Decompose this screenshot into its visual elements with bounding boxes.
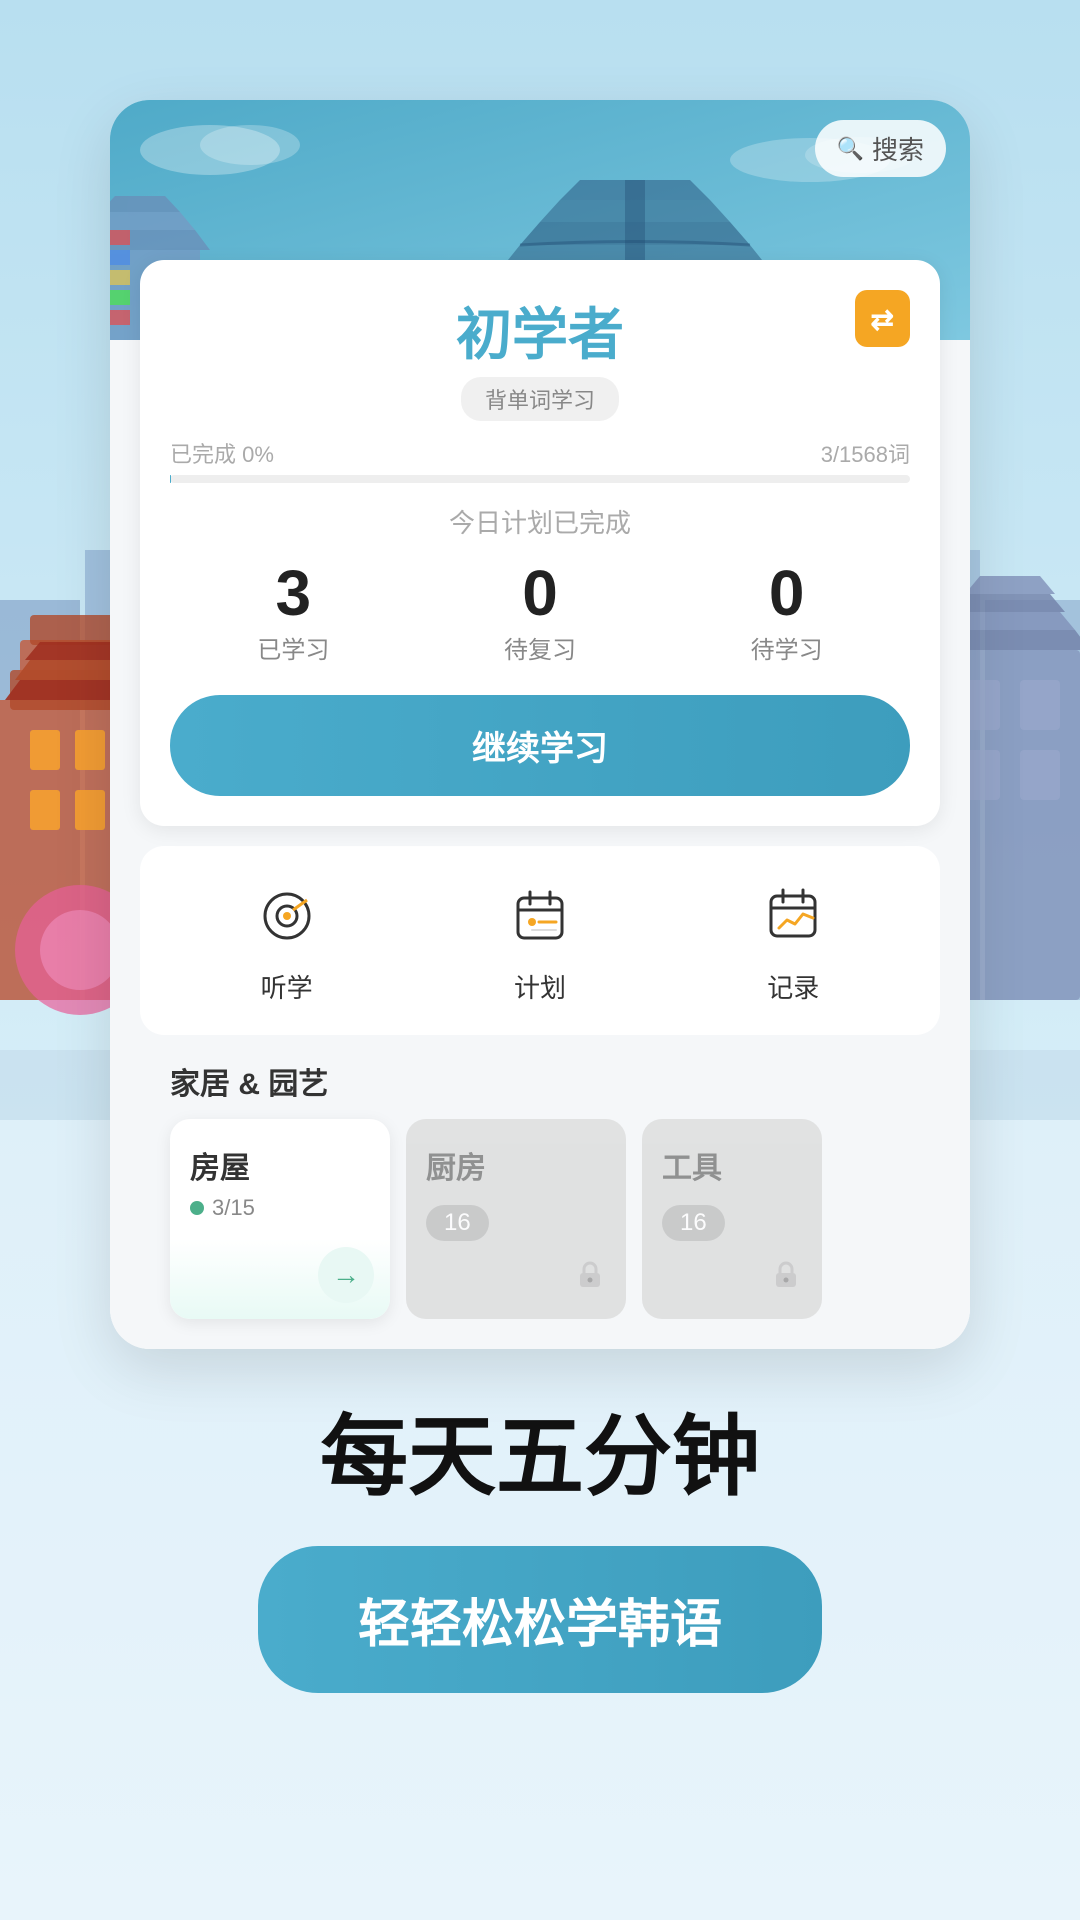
hero-subtitle: 背单词学习	[170, 377, 910, 421]
stat-learned-number: 3	[257, 556, 329, 630]
cta-button[interactable]: 轻轻松松学韩语	[258, 1546, 822, 1693]
hero-top: 初学者 ⇄	[170, 290, 910, 371]
page-wrapper: 🔍 搜索 初学者 ⇄ 背单词学习 已完成 0%	[0, 0, 1080, 1920]
stat-pending: 0 待学习	[751, 556, 823, 665]
study-hero: 初学者 ⇄ 背单词学习 已完成 0% 3/1568词	[140, 260, 940, 826]
progress-text: 3/15	[212, 1195, 255, 1221]
arrow-button[interactable]: →	[318, 1247, 374, 1303]
card-body: 初学者 ⇄ 背单词学习 已完成 0% 3/1568词	[110, 260, 970, 1349]
bottom-section: 每天五分钟 轻轻松松学韩语	[178, 1349, 902, 1743]
badge-icon: ⇄	[871, 304, 894, 335]
stat-pending-number: 0	[751, 556, 823, 630]
hero-title: 初学者	[170, 290, 910, 371]
word-card-house-title: 房屋	[190, 1143, 370, 1187]
progress-labels: 已完成 0% 3/1568词	[170, 437, 910, 469]
listen-icon	[257, 886, 317, 946]
quick-actions: 听学 计划	[140, 846, 940, 1035]
word-card-house[interactable]: 房屋 3/15 →	[170, 1119, 390, 1319]
stat-review-number: 0	[504, 556, 576, 630]
subtitle-tag: 背单词学习	[461, 377, 619, 421]
word-card-tools-title: 工具	[662, 1143, 802, 1187]
search-button[interactable]: 🔍 搜索	[815, 120, 946, 177]
action-plan[interactable]: 计划	[500, 876, 580, 1005]
action-record[interactable]: 记录	[753, 876, 833, 1005]
stat-review-label: 待复习	[504, 637, 576, 664]
stat-learned-label: 已学习	[257, 637, 329, 664]
word-card-tools: 工具 16	[642, 1119, 822, 1319]
stat-review: 0 待复习	[504, 556, 576, 665]
action-record-label: 记录	[767, 968, 819, 1005]
progress-bar-bg	[170, 475, 910, 483]
continue-button[interactable]: 继续学习	[170, 695, 910, 796]
record-icon-container	[753, 876, 833, 956]
phone-card: 🔍 搜索 初学者 ⇄ 背单词学习 已完成 0%	[110, 100, 970, 1349]
word-card-house-progress: 3/15	[190, 1195, 370, 1221]
lock-icon	[574, 1259, 606, 1299]
hero-badge: ⇄	[855, 290, 910, 347]
action-listen-label: 听学	[261, 968, 313, 1005]
word-card-tools-count: 16	[662, 1205, 725, 1241]
stat-pending-label: 待学习	[751, 637, 823, 664]
word-card-kitchen-title: 厨房	[426, 1143, 606, 1187]
action-listen[interactable]: 听学	[247, 876, 327, 1005]
progress-left: 已完成 0%	[170, 437, 274, 469]
word-cards-row: 房屋 3/15 → 厨房 16	[110, 1119, 970, 1319]
progress-bar-container: 已完成 0% 3/1568词	[170, 437, 910, 483]
listen-icon-container	[247, 876, 327, 956]
stat-learned: 3 已学习	[257, 556, 329, 665]
action-plan-label: 计划	[514, 968, 566, 1005]
plan-icon	[510, 886, 570, 946]
progress-bar-fill	[170, 475, 171, 483]
plan-icon-container	[500, 876, 580, 956]
lock-icon-2	[770, 1259, 802, 1299]
word-card-kitchen: 厨房 16	[406, 1119, 626, 1319]
search-label: 搜索	[872, 130, 924, 167]
section-title: 家居 & 园艺	[110, 1035, 970, 1119]
big-title: 每天五分钟	[258, 1409, 822, 1506]
daily-complete: 今日计划已完成	[170, 503, 910, 540]
progress-dot	[190, 1201, 204, 1215]
word-card-kitchen-count: 16	[426, 1205, 489, 1241]
record-icon	[763, 886, 823, 946]
progress-right: 3/1568词	[821, 437, 910, 469]
search-icon: 🔍	[837, 136, 864, 162]
stats-row: 3 已学习 0 待复习 0 待学习	[170, 556, 910, 665]
